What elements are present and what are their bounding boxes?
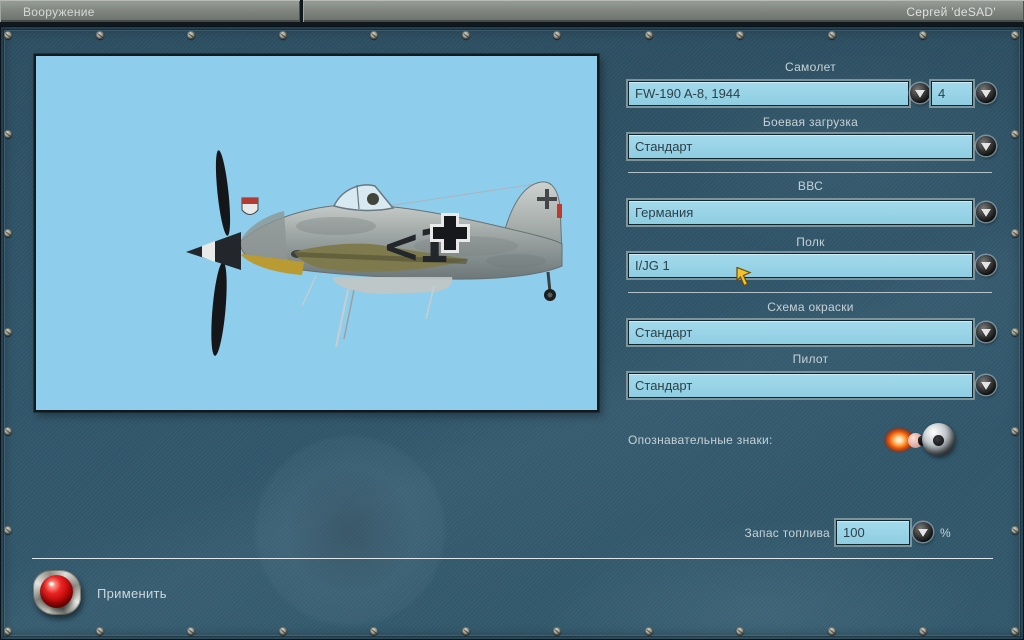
chevron-down-icon xyxy=(981,209,991,217)
aircraft-preview: <1 xyxy=(34,54,599,412)
separator xyxy=(628,172,992,173)
aircraft-count-dropdown-button[interactable] xyxy=(976,83,996,103)
fuel-dropdown-button[interactable] xyxy=(913,522,933,542)
page-title: Вооружение xyxy=(23,5,95,19)
markings-label: Опознавательные знаки: xyxy=(628,433,773,447)
tail-wheel xyxy=(544,272,556,301)
airforce-label: ВВС xyxy=(628,179,993,193)
apply-button[interactable] xyxy=(33,570,81,615)
aircraft-preview-image: <1 xyxy=(36,56,597,410)
paint-scheme-dropdown-button[interactable] xyxy=(976,322,996,342)
regiment-select[interactable] xyxy=(628,253,973,278)
canopy xyxy=(334,185,393,211)
fuel-unit: % xyxy=(940,526,951,540)
pilot-head xyxy=(367,193,379,205)
rudder-stripe xyxy=(557,204,562,218)
unit-emblem xyxy=(242,198,258,215)
chevron-down-icon xyxy=(981,262,991,270)
toggle-base-icon xyxy=(922,423,955,456)
loadout-select[interactable] xyxy=(628,134,973,159)
paint-scheme-label: Схема окраски xyxy=(628,300,993,314)
regiment-label: Полк xyxy=(628,235,993,249)
chevron-down-icon xyxy=(981,143,991,151)
chevron-down-icon xyxy=(918,529,928,537)
markings-toggle-switch[interactable] xyxy=(882,422,954,458)
chevron-down-icon xyxy=(915,90,925,98)
paint-scheme-select[interactable] xyxy=(628,320,973,345)
title-bar: Вооружение Сергей 'deSAD' xyxy=(0,0,1024,26)
loadout-dropdown-button[interactable] xyxy=(976,136,996,156)
aircraft-dropdown-button[interactable] xyxy=(910,83,930,103)
chevron-down-icon xyxy=(981,329,991,337)
aircraft-select[interactable] xyxy=(628,81,909,106)
title-bar-right-segment: Сергей 'deSAD' xyxy=(303,0,1024,22)
separator xyxy=(628,292,992,293)
belly-tank xyxy=(332,277,452,294)
pilot-select[interactable] xyxy=(628,373,973,398)
aircraft-count-select[interactable] xyxy=(931,81,973,106)
pilot-dropdown-button[interactable] xyxy=(976,375,996,395)
loadout-label: Боевая загрузка xyxy=(628,115,993,129)
fuel-label: Запас топлива xyxy=(680,526,830,540)
spinner xyxy=(186,232,241,270)
airforce-select[interactable] xyxy=(628,200,973,225)
pilot-label: Пилот xyxy=(628,352,993,366)
player-name: Сергей 'deSAD' xyxy=(906,5,996,19)
chevron-down-icon xyxy=(981,382,991,390)
title-bar-left-segment: Вооружение xyxy=(0,0,300,22)
apply-button-label[interactable]: Применить xyxy=(97,586,167,601)
aircraft-label: Самолет xyxy=(628,60,993,74)
red-button-icon xyxy=(40,575,73,608)
chevron-down-icon xyxy=(981,90,991,98)
fuel-input[interactable] xyxy=(836,520,910,545)
regiment-dropdown-button[interactable] xyxy=(976,255,996,275)
bottom-separator xyxy=(32,558,993,559)
airforce-dropdown-button[interactable] xyxy=(976,202,996,222)
